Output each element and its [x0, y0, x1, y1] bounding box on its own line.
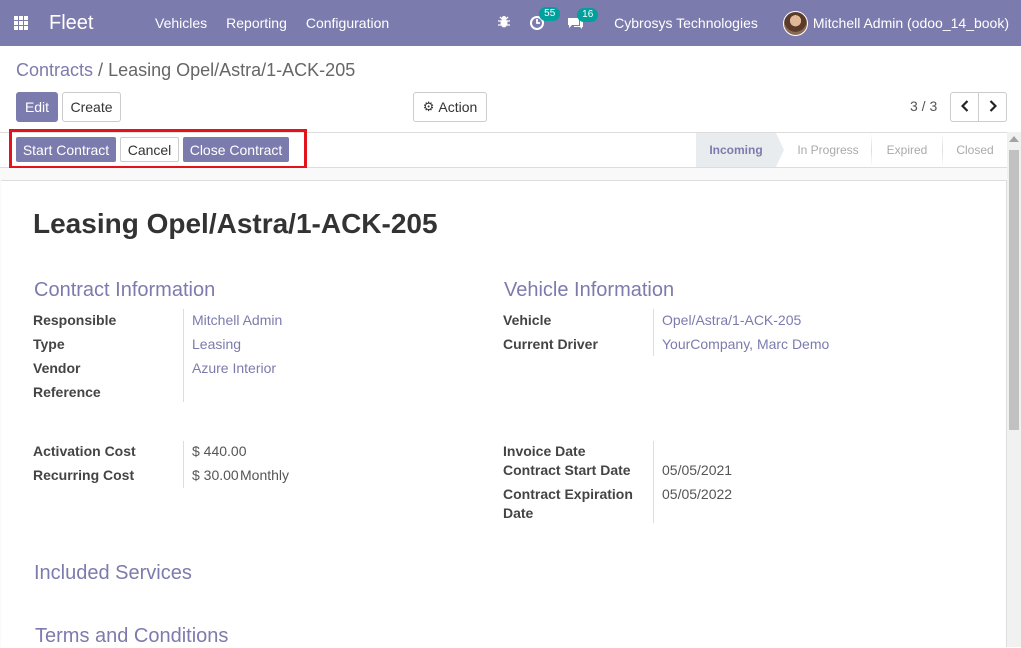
recurring-period-value: Monthly [240, 467, 290, 483]
stage-in-progress[interactable]: In Progress [784, 133, 871, 167]
included-services-heading: Included Services [34, 562, 192, 584]
reference-label: Reference [33, 384, 101, 400]
vehicle-information-heading: Vehicle Information [504, 279, 675, 301]
field-divider [183, 309, 184, 402]
stage-label: Expired [886, 143, 928, 157]
recurring-cost-label: Recurring Cost [33, 467, 135, 483]
contract-expiration-label-line1: Contract Expiration [503, 486, 633, 502]
responsible-value[interactable]: Mitchell Admin [192, 311, 282, 330]
contract-expiration-date-value: 05/05/2022 [662, 486, 733, 502]
field-divider [183, 441, 184, 488]
current-driver-value[interactable]: YourCompany, Marc Demo [662, 335, 829, 354]
breadcrumb-contracts-link[interactable]: Contracts [16, 60, 93, 80]
pager-value[interactable]: 3 / 3 [910, 98, 937, 114]
type-label: Type [33, 336, 65, 352]
gear-icon: ⚙ [422, 99, 435, 114]
top-navbar: Fleet Vehicles Reporting Configuration 5… [0, 0, 1021, 46]
pager-next-button[interactable] [978, 92, 1007, 122]
action-label: Action [438, 99, 478, 115]
apps-menu-icon[interactable] [1, 0, 41, 46]
pager-previous-button[interactable] [950, 92, 979, 122]
messages-icon[interactable]: 16 [567, 7, 599, 31]
stage-label: In Progress [797, 143, 859, 157]
invoice-date-label: Invoice Date [503, 443, 586, 459]
stage-pipeline: Incoming In Progress Expired Closed [696, 133, 1007, 167]
vendor-label: Vendor [33, 360, 81, 376]
vehicle-value[interactable]: Opel/Astra/1-ACK-205 [662, 311, 801, 330]
field-divider [653, 441, 654, 523]
record-title: Leasing Opel/Astra/1-ACK-205 [33, 208, 438, 239]
scroll-up-arrow-icon[interactable] [1009, 136, 1019, 142]
terms-and-conditions-heading: Terms and Conditions [35, 625, 229, 647]
contract-start-date-label: Contract Start Date [503, 462, 631, 478]
app-name[interactable]: Fleet [49, 12, 145, 35]
menu-configuration[interactable]: Configuration [306, 15, 389, 31]
debug-bug-icon[interactable] [497, 15, 511, 32]
action-menu-button[interactable]: ⚙ Action [413, 92, 487, 122]
vehicle-label: Vehicle [503, 312, 552, 328]
avatar [782, 10, 808, 36]
highlight-annotation-box [9, 129, 307, 169]
edit-button[interactable]: Edit [16, 92, 58, 122]
contract-expiration-label-line2: Date [503, 505, 534, 521]
chevron-right-icon [989, 99, 997, 115]
stage-label: Closed [956, 143, 994, 157]
chevron-left-icon [960, 99, 969, 115]
activation-cost-value: $ 440.00 [192, 443, 247, 459]
scrollbar-thumb[interactable] [1009, 150, 1019, 430]
user-name: Mitchell Admin (odoo_14_book) [812, 15, 1009, 31]
type-value[interactable]: Leasing [192, 335, 241, 354]
company-switcher[interactable]: Cybrosys Technologies [614, 15, 758, 31]
contract-start-date-value: 05/05/2021 [662, 462, 733, 478]
breadcrumb: Contracts / Leasing Opel/Astra/1-ACK-205 [16, 60, 355, 81]
current-driver-label: Current Driver [503, 336, 598, 352]
activity-icon[interactable]: 55 [529, 7, 561, 31]
vendor-value[interactable]: Azure Interior [192, 359, 276, 378]
stage-arrow [776, 133, 784, 167]
recurring-cost-value: $ 30.00 [192, 467, 239, 483]
navbar-systray: 55 16 Cybrosys Technologies Mitchell Adm… [479, 0, 1009, 46]
message-count-badge: 16 [577, 7, 599, 22]
contract-information-heading: Contract Information [34, 279, 216, 301]
field-divider [653, 309, 654, 356]
breadcrumb-current: Leasing Opel/Astra/1-ACK-205 [108, 60, 356, 80]
stage-expired[interactable]: Expired [872, 133, 942, 167]
user-menu[interactable]: Mitchell Admin (odoo_14_book) [782, 10, 1009, 36]
responsible-label: Responsible [33, 312, 117, 328]
stage-incoming[interactable]: Incoming [696, 133, 776, 167]
stage-label: Incoming [709, 143, 763, 157]
menu-reporting[interactable]: Reporting [226, 15, 287, 31]
menu-vehicles[interactable]: Vehicles [155, 15, 207, 31]
activity-count-badge: 55 [539, 7, 561, 21]
activation-cost-label: Activation Cost [33, 443, 136, 459]
stage-closed[interactable]: Closed [943, 133, 1007, 167]
breadcrumb-separator: / [98, 60, 104, 80]
create-button[interactable]: Create [62, 92, 121, 122]
